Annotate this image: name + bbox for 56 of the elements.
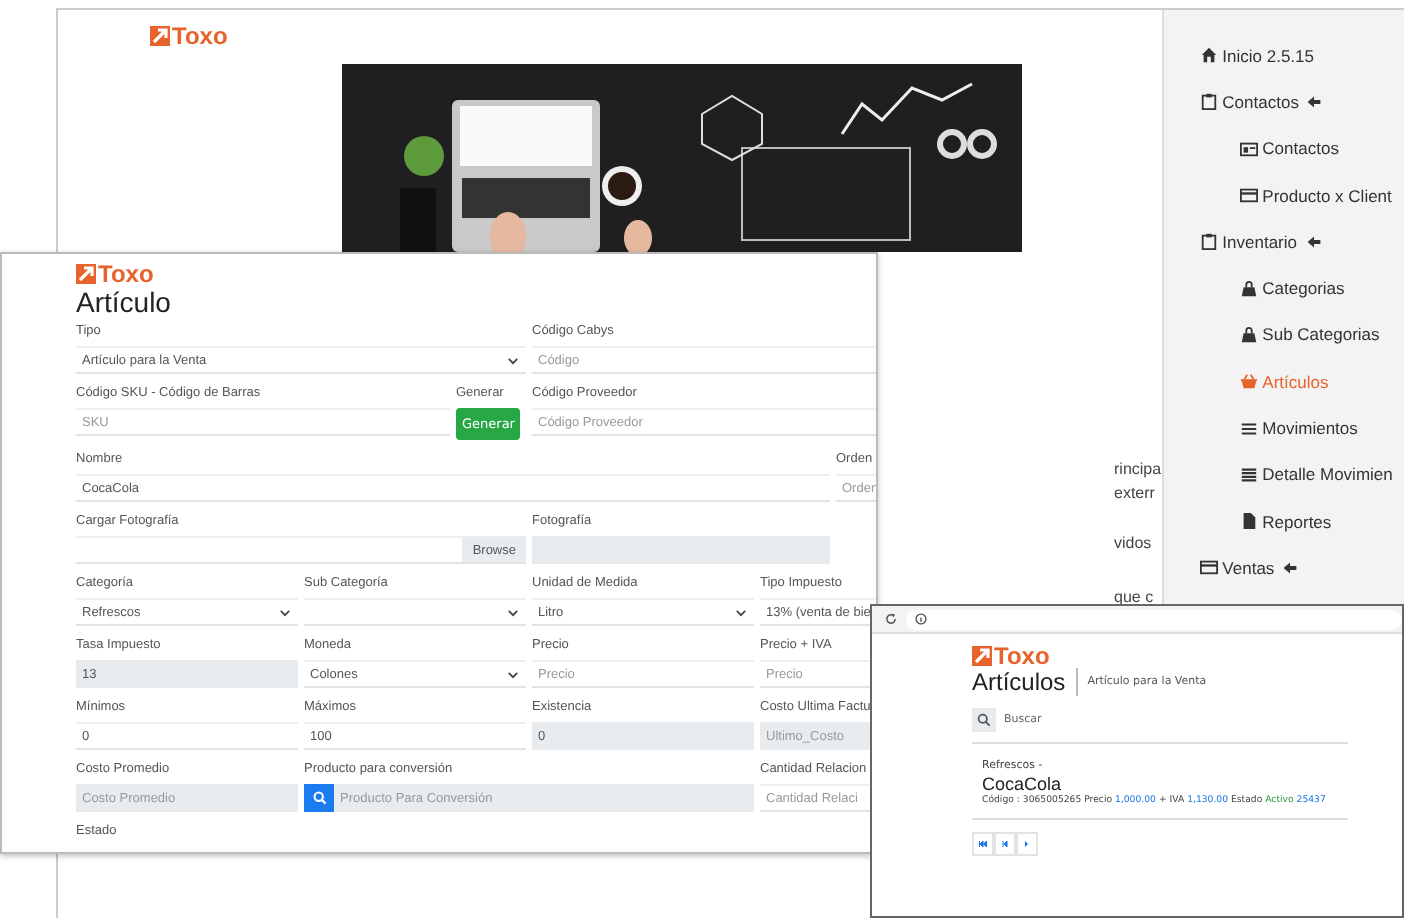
sidebar-item[interactable]: Producto x Client [1164, 171, 1392, 219]
basket-icon [1240, 372, 1259, 391]
page-title: Artículo [76, 286, 171, 318]
arrow-left-icon [1282, 559, 1299, 576]
list-icon [1240, 419, 1259, 438]
chevron-down-icon [506, 605, 520, 619]
sidebar-item[interactable]: Inicio 2.5.15 [1164, 32, 1315, 79]
sidebar-item[interactable]: Inventario [1164, 218, 1322, 265]
clipboard-icon [1200, 232, 1219, 251]
next-page-button[interactable] [1016, 832, 1038, 856]
page-title: Artículos [972, 668, 1078, 696]
shopping-bag-icon [1240, 279, 1259, 298]
sidebar-item[interactable]: Categorias [1164, 264, 1345, 312]
logo: Toxo [76, 262, 876, 286]
file-icon [1240, 512, 1259, 531]
sidebar-item[interactable]: Movimientos [1164, 404, 1358, 452]
sidebar-item[interactable]: Contactos [1164, 78, 1323, 126]
id-card-icon [1240, 139, 1259, 158]
search-button[interactable] [972, 708, 996, 732]
item-name: CocaCola [982, 774, 1062, 794]
clipboard-icon [1200, 92, 1219, 111]
home-icon [1200, 46, 1219, 65]
body-text: exterr [1114, 482, 1155, 506]
body-text: vidos [1114, 532, 1152, 556]
logo-icon [972, 646, 992, 666]
body-text: rincipa [1114, 458, 1162, 482]
next-icon [1022, 838, 1032, 850]
sidebar-item[interactable]: Ventas [1164, 544, 1299, 592]
credit-card-icon [1240, 186, 1259, 205]
arrow-left-icon [1306, 93, 1323, 110]
chevron-down-icon [506, 353, 520, 367]
logo: Toxo [972, 644, 1402, 668]
chevron-down-icon [734, 605, 748, 619]
sidebar-item[interactable]: Contactos [1164, 125, 1339, 172]
shopping-bag-icon [1240, 325, 1259, 344]
sidebar-item[interactable]: Detalle Movimien [1164, 451, 1393, 498]
logo: Toxo [150, 24, 228, 48]
list-icon [1240, 465, 1259, 484]
reload-icon[interactable] [884, 612, 898, 626]
credit-card-icon [1200, 558, 1219, 577]
logo-icon [76, 264, 96, 284]
chevron-down-icon [278, 605, 292, 619]
arrow-left-icon [1305, 233, 1322, 250]
previous-icon [1000, 838, 1010, 850]
search-icon [311, 790, 327, 806]
body-text: que c [1114, 586, 1154, 610]
search-icon [976, 712, 992, 728]
logo-icon [150, 26, 170, 46]
first-page-button[interactable] [972, 832, 994, 856]
search-button[interactable] [304, 784, 334, 812]
info-icon [914, 612, 928, 626]
sidebar-item[interactable]: Sub Categorias [1164, 311, 1380, 359]
first-page-icon [978, 838, 988, 850]
chevron-down-icon [506, 667, 520, 681]
sidebar-item[interactable]: Reportes [1164, 497, 1332, 545]
previous-page-button[interactable] [994, 832, 1016, 856]
